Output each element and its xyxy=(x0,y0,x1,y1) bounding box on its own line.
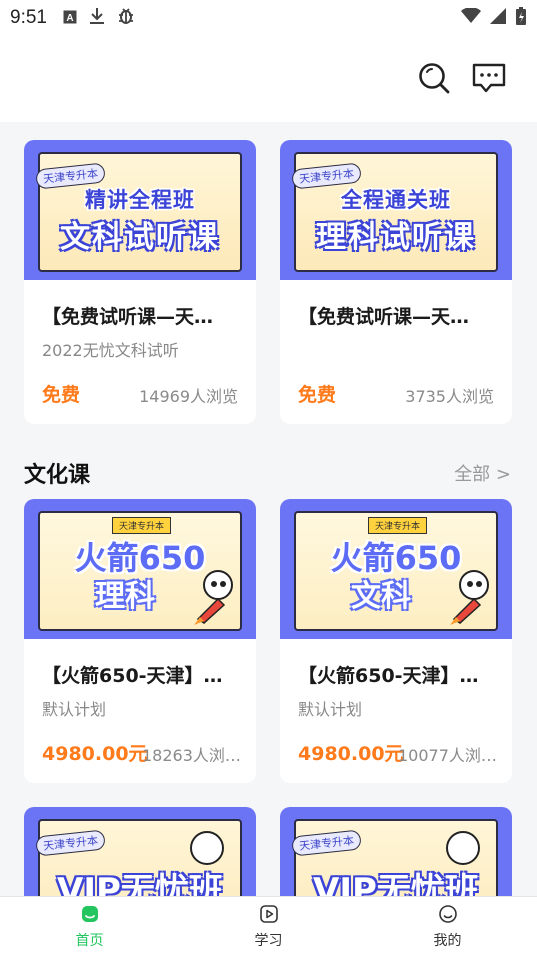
tab-label: 我的 xyxy=(433,932,462,949)
course-card[interactable]: 天津专升本 火箭650 理科 【火箭650-天津】… 默认计划 4980.00元… xyxy=(24,499,256,783)
course-card[interactable]: 天津专升本 VIP无忧班 xyxy=(24,807,256,896)
play-icon xyxy=(259,904,279,928)
section-title: 文化课 xyxy=(24,463,91,488)
thumbnail-line1: 全程通关班 xyxy=(341,188,451,212)
bug-icon xyxy=(117,6,135,30)
see-all-link[interactable]: 全部 > xyxy=(454,460,511,486)
course-title: 【免费试听课—天… xyxy=(42,306,214,328)
course-title: 【免费试听课—天… xyxy=(298,306,470,328)
course-card[interactable]: 天津专升本 全程通关班 理科试听课 【免费试听课—天… 免费 3735人浏览 xyxy=(280,140,512,424)
profile-icon xyxy=(438,904,458,928)
course-views: 18263人浏… xyxy=(142,746,241,765)
course-views: 10077人浏… xyxy=(398,746,497,765)
course-thumbnail: 天津专升本 全程通关班 理科试听课 xyxy=(280,140,512,280)
a-box-icon: A xyxy=(63,9,77,28)
home-icon xyxy=(80,904,100,928)
tab-label: 首页 xyxy=(75,932,104,949)
course-thumbnail: 天津专升本 VIP无忧班 xyxy=(280,807,512,896)
app-header xyxy=(0,36,537,122)
panda-icon xyxy=(446,831,480,865)
thumbnail-line2: 理科试听课 xyxy=(316,220,476,255)
course-title: 【火箭650-天津】… xyxy=(42,665,223,687)
course-thumbnail: 天津专升本 精讲全程班 文科试听课 xyxy=(24,140,256,280)
thumbnail-tag: 天津专升本 xyxy=(368,517,428,534)
thumbnail-tag: 天津专升本 xyxy=(112,517,172,534)
status-bar: 9:51 A xyxy=(0,0,537,36)
download-icon xyxy=(89,7,105,29)
course-views: 3735人浏览 xyxy=(405,387,494,406)
course-thumbnail: 天津专升本 VIP无忧班 xyxy=(24,807,256,896)
course-subtitle: 2022无忧文科试听 xyxy=(42,341,179,360)
course-subtitle: 默认计划 xyxy=(42,700,107,719)
svg-text:A: A xyxy=(66,13,73,24)
course-price: 4980.00元 xyxy=(42,743,148,765)
search-icon[interactable] xyxy=(414,58,454,98)
thumbnail-line1: 精讲全程班 xyxy=(85,188,195,212)
tab-mine[interactable]: 我的 xyxy=(358,897,537,956)
course-thumbnail: 天津专升本 火箭650 文科 xyxy=(280,499,512,639)
thumbnail-line2: 文科试听课 xyxy=(60,220,220,255)
panda-icon xyxy=(190,831,224,865)
wifi-icon xyxy=(461,6,481,29)
home-feed[interactable]: 天津专升本 精讲全程班 文科试听课 【免费试听课—天… 2022无忧文科试听 免… xyxy=(0,122,537,896)
tab-label: 学习 xyxy=(254,932,283,949)
course-title: 【火箭650-天津】… xyxy=(298,665,479,687)
message-icon[interactable] xyxy=(469,58,509,98)
astronaut-icon xyxy=(450,570,489,625)
bottom-tab-bar: 首页 学习 我的 xyxy=(0,896,537,956)
status-time: 9:51 xyxy=(10,7,47,28)
tab-home[interactable]: 首页 xyxy=(0,897,179,956)
course-price: 免费 xyxy=(42,384,81,406)
course-thumbnail: 天津专升本 火箭650 理科 xyxy=(24,499,256,639)
course-card[interactable]: 天津专升本 VIP无忧班 xyxy=(280,807,512,896)
course-price: 免费 xyxy=(298,384,337,406)
course-card[interactable]: 天津专升本 火箭650 文科 【火箭650-天津】… 默认计划 4980.00元… xyxy=(280,499,512,783)
tab-study[interactable]: 学习 xyxy=(179,897,358,956)
thumbnail-line1: VIP无忧班 xyxy=(57,871,223,896)
course-price: 4980.00元 xyxy=(298,743,404,765)
course-views: 14969人浏览 xyxy=(139,387,238,406)
signal-icon xyxy=(489,7,507,29)
battery-icon xyxy=(515,6,527,31)
astronaut-icon xyxy=(194,570,233,625)
thumbnail-line1: VIP无忧班 xyxy=(313,871,479,896)
course-subtitle: 默认计划 xyxy=(298,700,363,719)
course-card[interactable]: 天津专升本 精讲全程班 文科试听课 【免费试听课—天… 2022无忧文科试听 免… xyxy=(24,140,256,424)
